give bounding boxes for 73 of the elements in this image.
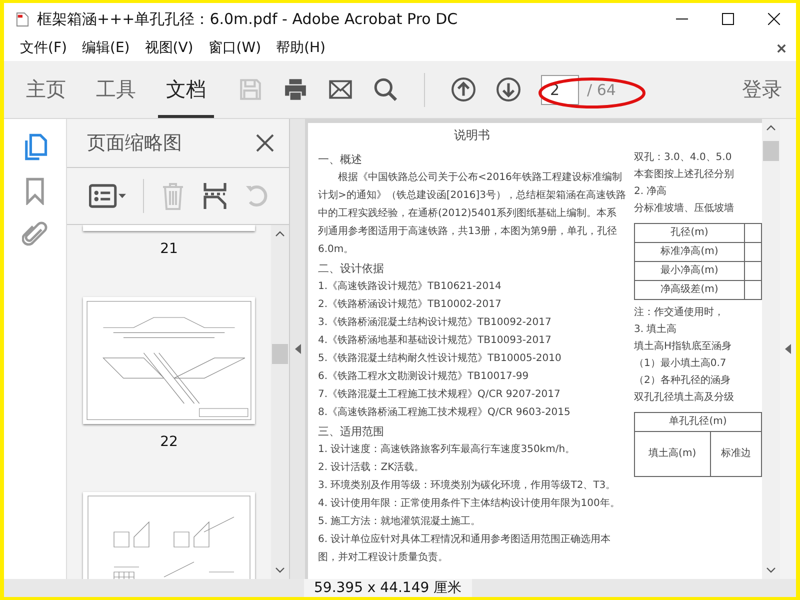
list-item: 6.《铁路工程水文勘测设计规范》TB10017-99 bbox=[318, 370, 530, 384]
text-line: 2. 净高 bbox=[634, 184, 668, 199]
search-icon[interactable] bbox=[373, 77, 398, 102]
menu-item[interactable]: 视图(V) bbox=[144, 39, 194, 57]
text-line: 双孔孔径填土高及分级 bbox=[634, 390, 735, 405]
list-item: 4.《铁路桥涵地基和基础设计规范》TB10093-2017 bbox=[318, 334, 552, 348]
document-title: 说明书 bbox=[453, 127, 491, 144]
text-line: （1）最小填土高0.7 bbox=[634, 356, 728, 371]
page-thumbnail[interactable] bbox=[83, 492, 255, 579]
panel-title: 页面缩略图 bbox=[87, 131, 182, 156]
table-cell: 孔径(m) bbox=[634, 224, 744, 242]
page-extract-icon[interactable] bbox=[202, 182, 228, 210]
pdf-file-icon bbox=[16, 12, 29, 26]
print-icon[interactable] bbox=[283, 77, 308, 102]
tab[interactable]: 主页 bbox=[18, 61, 74, 118]
scrollbar-thumb[interactable] bbox=[763, 141, 779, 161]
menu-item[interactable]: 编辑(E) bbox=[82, 39, 130, 57]
table-cell: 净高级差(m) bbox=[634, 280, 744, 300]
maximize-icon[interactable] bbox=[722, 13, 734, 25]
list-item: 4. 设计使用年限：正常使用条件下主体结构设计使用年限为100年。 bbox=[318, 496, 621, 511]
text-line: 分标准坡墙、压低坡墙 bbox=[634, 202, 735, 216]
expand-arrow-icon[interactable] bbox=[785, 344, 791, 354]
page-thumbnail[interactable] bbox=[83, 297, 255, 424]
close-icon[interactable] bbox=[777, 44, 786, 52]
section-heading: 二、设计依据 bbox=[318, 261, 385, 277]
table-cell: 最小净高(m) bbox=[634, 262, 744, 280]
list-item: 1.《高速铁路设计规范》TB10621-2014 bbox=[318, 280, 502, 294]
text-line: 本套图按上述孔径分别 bbox=[634, 168, 735, 182]
menu-item[interactable]: 文件(F) bbox=[20, 39, 67, 57]
pages-icon[interactable] bbox=[22, 133, 48, 161]
window-title: 框架箱涵+++单孔孔径：6.0m.pdf - Adobe Acrobat Pro DC bbox=[37, 10, 458, 28]
page-count: / 64 bbox=[587, 80, 616, 98]
menu-item[interactable]: 帮助(H) bbox=[276, 39, 326, 57]
text-line: （2）各种孔径的涵身 bbox=[634, 374, 732, 388]
list-item: 1. 设计速度：高速铁路旅客列车最高行车速度350km/h。 bbox=[318, 442, 576, 457]
scroll-down-icon[interactable] bbox=[275, 567, 285, 573]
close-icon[interactable] bbox=[768, 13, 780, 25]
section-heading: 三、适用范围 bbox=[318, 424, 385, 440]
previous-page-icon[interactable] bbox=[451, 77, 476, 102]
table-cell: 单孔孔径(m) bbox=[634, 412, 762, 432]
options-menu-icon[interactable] bbox=[89, 182, 127, 210]
tab[interactable]: 工具 bbox=[88, 61, 144, 118]
list-item: 3. 环境类别及作用等级：环境类别为碳化环境，作用等级T2、T3。 bbox=[318, 478, 617, 493]
list-item: 2. 设计活载：ZK活载。 bbox=[318, 460, 426, 475]
close-icon[interactable] bbox=[255, 133, 275, 153]
list-item: 2.《铁路桥涵设计规范》TB10002-2017 bbox=[318, 298, 502, 312]
paragraph: 根据《中国铁路总公司关于公布<2016年铁路工程建设标准编制计划>的通知》（铁总建设函[2016]3号），总结框架箱涵在高速铁路中的工程实践经验，在通桥(2012)5401系列图纸基础上编制。本系列通用参考图适用于高速铁路，共13册，本图为第9册，单孔，孔径6.0m。 bbox=[318, 170, 626, 257]
page-thumbnail-label: 21 bbox=[160, 241, 178, 257]
list-item: 5.《铁路混凝土结构耐久性设计规范》TB10005-2010 bbox=[318, 352, 562, 366]
scroll-up-icon[interactable] bbox=[766, 125, 776, 131]
text-line: 填土高H指轨底至涵身 bbox=[634, 340, 733, 354]
section-heading: 一、概述 bbox=[318, 152, 363, 168]
page-thumbnail-label: 22 bbox=[160, 434, 178, 450]
list-item: 7.《铁路混凝土工程施工技术规程》Q/CR 9207-2017 bbox=[318, 388, 562, 402]
collapse-arrow-icon[interactable] bbox=[294, 344, 300, 354]
mail-icon[interactable] bbox=[328, 77, 353, 102]
scroll-down-icon[interactable] bbox=[766, 567, 776, 573]
next-page-icon[interactable] bbox=[496, 77, 521, 102]
scrollbar-thumb[interactable] bbox=[272, 344, 288, 364]
menu-item[interactable]: 窗口(W) bbox=[208, 39, 262, 57]
sign-in-button[interactable]: 登录 bbox=[728, 61, 796, 118]
text-line: 3. 填土高 bbox=[634, 322, 678, 337]
list-item: 5. 施工方法：就地灌筑混凝土施工。 bbox=[318, 514, 482, 529]
text-line: 注：作交通使用时， bbox=[634, 306, 725, 320]
list-item: 6. 设计单位应针对具体工程情况和通用参考图适用范围正确选用本图，并对工程设计质量负责。 bbox=[318, 532, 612, 565]
scroll-up-icon[interactable] bbox=[275, 231, 285, 237]
table-cell: 填土高(m) bbox=[634, 432, 710, 476]
text-line: 双孔：3.0、4.0、5.0 bbox=[634, 151, 733, 165]
page-thumbnail[interactable] bbox=[83, 225, 255, 231]
list-item: 3.《铁路桥涵混凝土结构设计规范》TB10092-2017 bbox=[318, 316, 552, 330]
table-cell: 标准净高(m) bbox=[634, 242, 744, 262]
list-item: 8.《高速铁路桥涵工程施工技术规程》Q/CR 9603-2015 bbox=[318, 406, 572, 420]
page-dimensions: 59.395 x 44.149 厘米 bbox=[304, 579, 472, 597]
